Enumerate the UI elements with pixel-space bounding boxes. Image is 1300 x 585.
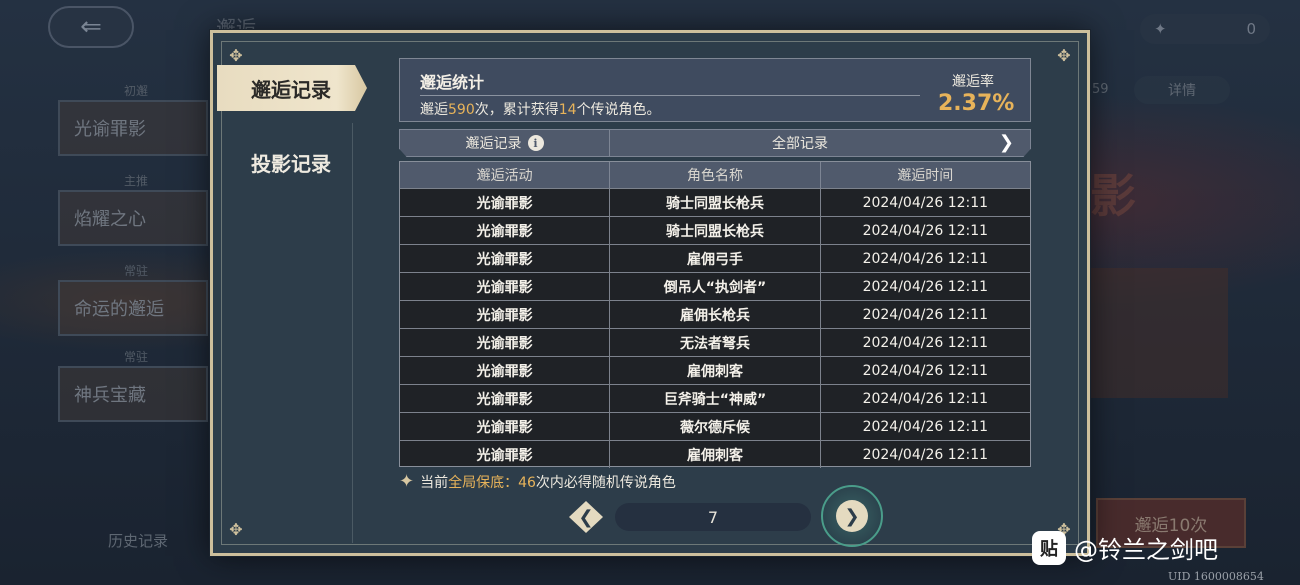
cell-activity: 光谕罪影 [400, 385, 611, 412]
pity-note: ✦ 当前全局保底：46次内必得随机传说角色 [399, 471, 676, 492]
table-row: 光谕罪影 骑士同盟长枪兵 2024/04/26 12:11 [400, 188, 1030, 216]
pagination: ❮ 7 ❯ [569, 485, 889, 547]
column-header: 角色名称 [610, 162, 821, 188]
total-count: 590 [448, 102, 475, 118]
banner-item[interactable]: 焰耀之心 [58, 190, 208, 246]
corner-ornament-icon: ✥ [1057, 46, 1071, 65]
filter-label-area: 邂逅记录 i [400, 130, 610, 156]
corner-ornament-icon: ✥ [229, 520, 243, 539]
record-modal: ✥ ✥ ✥ ✥ 邂逅记录 投影记录 邂逅统计 邂逅590次，累计获得14个传说角… [210, 30, 1090, 556]
cell-character: 无法者弩兵 [610, 329, 821, 356]
corner-ornament-icon: ✥ [229, 46, 243, 65]
cell-time: 2024/04/26 12:11 [862, 222, 989, 239]
stats-title: 邂逅统计 [420, 73, 485, 92]
table-row: 光谕罪影 倒吊人“执剑者” 2024/04/26 12:11 [400, 272, 1030, 300]
info-icon[interactable]: i [527, 135, 544, 151]
cell-character: 薇尔德斥候 [610, 413, 821, 440]
table-row: 光谕罪影 雇佣刺客 2024/04/26 12:11 [400, 356, 1030, 384]
rate-value: 2.37% [938, 91, 1015, 116]
pity-count: 46 [518, 474, 536, 491]
cell-time: 2024/04/26 12:11 [862, 250, 989, 267]
cell-activity: 光谕罪影 [400, 441, 611, 468]
page-number[interactable]: 7 [615, 503, 811, 531]
table-row: 光谕罪影 骑士同盟长枪兵 2024/04/26 12:11 [400, 216, 1030, 244]
cell-time: 2024/04/26 12:11 [862, 362, 989, 379]
side-tag: 初邂 [124, 84, 149, 98]
stats-panel: 邂逅统计 邂逅590次，累计获得14个传说角色。 邂逅率 2.37% [399, 58, 1031, 122]
rate-label: 邂逅率 [952, 74, 994, 90]
history-link[interactable]: 历史记录 [108, 530, 168, 551]
table-row: 光谕罪影 雇佣弓手 2024/04/26 12:11 [400, 244, 1030, 272]
cell-time: 2024/04/26 12:11 [862, 390, 989, 407]
background-banner-text: 影 [1090, 169, 1136, 223]
filter-value[interactable]: 全部记录 [610, 130, 990, 156]
cell-character: 骑士同盟长枪兵 [610, 189, 821, 216]
cell-time: 2024/04/26 12:11 [862, 446, 989, 463]
pity-label: 全局保底： [448, 474, 519, 491]
back-arrow-icon: ⇐ [80, 12, 102, 42]
chevron-left-icon: ❮ [578, 506, 594, 528]
table-row: 光谕罪影 薇尔德斥候 2024/04/26 12:11 [400, 412, 1030, 440]
side-tag: 主推 [124, 174, 149, 188]
cell-character: 雇佣弓手 [610, 245, 821, 272]
cell-character: 雇佣刺客 [610, 441, 821, 468]
chevron-right-icon[interactable]: ❯ [999, 132, 1014, 153]
record-table: 邂逅活动 角色名称 邂逅时间 光谕罪影 骑士同盟长枪兵 2024/04/26 1… [399, 161, 1031, 468]
watermark: 贴 @铃兰之剑吧 [1032, 530, 1218, 565]
cell-character: 倒吊人“执剑者” [610, 273, 821, 300]
cell-activity: 光谕罪影 [400, 245, 611, 272]
cell-time: 2024/04/26 12:11 [862, 418, 989, 435]
filter-label: 邂逅记录 [465, 136, 522, 152]
legend-count: 14 [558, 102, 577, 118]
cell-activity: 光谕罪影 [400, 273, 611, 300]
tab-projection-records[interactable]: 投影记录 [217, 139, 367, 185]
cell-activity: 光谕罪影 [400, 217, 611, 244]
table-row: 光谕罪影 巨斧骑士“神威” 2024/04/26 12:11 [400, 384, 1030, 412]
cell-time: 2024/04/26 12:11 [862, 306, 989, 323]
table-row: 光谕罪影 雇佣刺客 2024/04/26 12:11 [400, 440, 1030, 468]
tieba-logo-icon: 贴 [1032, 530, 1066, 565]
cell-activity: 光谕罪影 [400, 357, 611, 384]
cell-character: 骑士同盟长枪兵 [610, 217, 821, 244]
currency-value: 0 [1246, 20, 1256, 38]
background-number: 59 [1092, 82, 1109, 97]
currency-icon: ✦ [1154, 20, 1167, 38]
background-art [1088, 268, 1228, 398]
stats-summary: 邂逅590次，累计获得14个传说角色。 [420, 102, 661, 118]
user-id: UID 1600008654 [1168, 570, 1264, 583]
watermark-text: @铃兰之剑吧 [1074, 536, 1218, 564]
cell-activity: 光谕罪影 [400, 413, 611, 440]
record-filter[interactable]: 邂逅记录 i 全部记录 ❯ [399, 129, 1031, 157]
cell-character: 雇佣长枪兵 [610, 301, 821, 328]
cell-activity: 光谕罪影 [400, 301, 611, 328]
side-tag: 常驻 [124, 264, 149, 278]
tab-encounter-records[interactable]: 邂逅记录 [217, 65, 367, 111]
currency-display: ✦ 0 [1140, 14, 1270, 44]
next-page-button[interactable]: ❯ [821, 485, 883, 547]
sidebar-divider [352, 123, 353, 543]
cell-activity: 光谕罪影 [400, 329, 611, 356]
sparkle-icon: ✦ [399, 471, 415, 492]
cell-activity: 光谕罪影 [400, 189, 611, 216]
side-tag: 常驻 [124, 350, 149, 364]
banner-item[interactable]: 命运的邂逅 [58, 280, 208, 336]
table-header: 邂逅活动 角色名称 邂逅时间 [400, 162, 1030, 188]
cell-character: 巨斧骑士“神威” [610, 385, 821, 412]
stats-divider [420, 95, 920, 96]
table-row: 光谕罪影 无法者弩兵 2024/04/26 12:11 [400, 328, 1030, 356]
table-row: 光谕罪影 雇佣长枪兵 2024/04/26 12:11 [400, 300, 1030, 328]
banner-item[interactable]: 光谕罪影 [58, 100, 208, 156]
prev-page-button[interactable]: ❮ [569, 501, 603, 533]
cell-time: 2024/04/26 12:11 [862, 334, 989, 351]
cell-time: 2024/04/26 12:11 [862, 278, 989, 295]
banner-item[interactable]: 神兵宝藏 [58, 366, 208, 422]
back-button[interactable]: ⇐ [48, 6, 134, 48]
column-header: 邂逅时间 [897, 168, 954, 184]
details-button[interactable]: 详情 [1134, 76, 1230, 104]
cell-character: 雇佣刺客 [610, 357, 821, 384]
cell-time: 2024/04/26 12:11 [862, 194, 989, 211]
column-header: 邂逅活动 [400, 162, 611, 188]
chevron-right-icon: ❯ [836, 500, 868, 532]
